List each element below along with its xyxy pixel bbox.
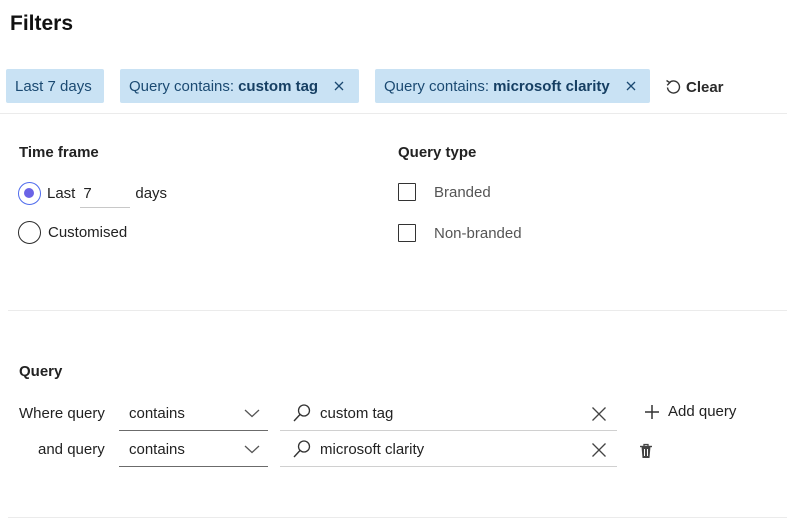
page-title: Filters <box>10 12 74 35</box>
chip-label: Last 7 days <box>15 77 92 95</box>
clear-button[interactable]: Clear <box>664 77 724 97</box>
radio-last-label: Last <box>47 185 76 202</box>
query-heading: Query <box>19 363 63 380</box>
chevron-down-icon <box>244 445 260 454</box>
operator-value: contains <box>129 404 185 422</box>
chevron-down-icon <box>244 409 260 418</box>
query-input-1[interactable] <box>320 404 580 422</box>
checkbox-non-branded-row: Non-branded <box>398 224 522 242</box>
checkbox-non-branded[interactable] <box>398 224 416 242</box>
search-icon <box>293 440 311 458</box>
days-label: days <box>135 185 168 202</box>
days-input[interactable] <box>80 179 131 208</box>
plus-icon <box>645 404 659 419</box>
time-frame-heading: Time frame <box>19 144 99 161</box>
operator-value: contains <box>129 440 185 458</box>
delete-icon[interactable] <box>639 443 653 464</box>
undo-icon <box>666 79 681 94</box>
add-query-label: Add query <box>668 403 737 420</box>
checkbox-branded-label: Branded <box>434 183 491 201</box>
radio-customised-row: Customised <box>18 221 127 244</box>
checkbox-branded-row: Branded <box>398 183 491 201</box>
chip-prefix: Query contains: <box>384 77 490 95</box>
query-input-2[interactable] <box>320 440 580 458</box>
chip-value: microsoft clarity <box>493 77 610 95</box>
chip-time-frame[interactable]: Last 7 days <box>6 69 104 103</box>
query-type-heading: Query type <box>398 144 477 161</box>
checkbox-non-branded-label: Non-branded <box>434 224 522 242</box>
operator-dropdown-2[interactable]: contains <box>119 432 268 467</box>
radio-last-days: Last days <box>18 179 167 208</box>
radio-customised-label: Customised <box>48 224 128 241</box>
query-search-field-2 <box>280 432 617 467</box>
operator-dropdown-1[interactable]: contains <box>119 396 268 431</box>
query-search-field-1 <box>280 396 617 431</box>
where-query-label: Where query <box>19 405 105 422</box>
close-icon[interactable] <box>332 79 346 93</box>
chip-prefix: Query contains: <box>129 77 235 95</box>
filters-panel: Filters Last 7 days Query contains: cust… <box>0 0 787 521</box>
chip-value: custom tag <box>238 77 319 95</box>
radio-customised[interactable] <box>18 221 41 244</box>
chip-query-custom-tag[interactable]: Query contains: custom tag <box>120 69 359 103</box>
divider <box>8 517 787 518</box>
search-icon <box>293 404 311 422</box>
and-query-label: and query <box>38 441 105 458</box>
clear-label: Clear <box>686 78 724 96</box>
divider <box>0 113 787 114</box>
chip-query-microsoft-clarity[interactable]: Query contains: microsoft clarity <box>375 69 650 103</box>
close-icon[interactable] <box>591 442 607 462</box>
close-icon[interactable] <box>624 79 638 93</box>
checkbox-branded[interactable] <box>398 183 416 201</box>
divider <box>8 310 787 311</box>
radio-last[interactable] <box>18 182 41 205</box>
add-query-button[interactable]: Add query <box>644 403 736 420</box>
close-icon[interactable] <box>591 406 607 426</box>
